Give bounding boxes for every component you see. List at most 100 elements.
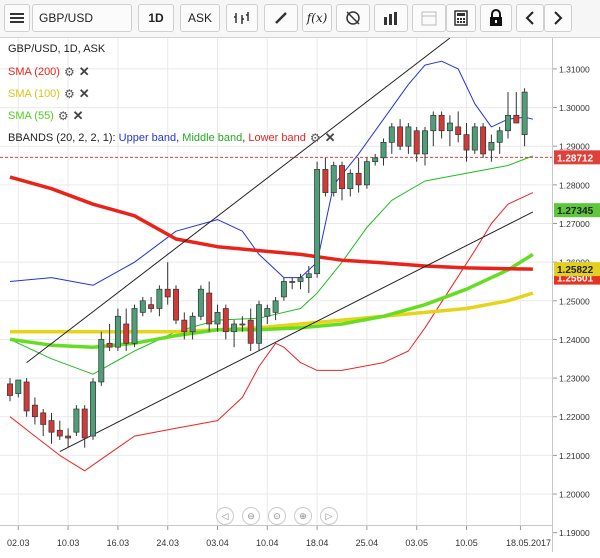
candle-body: [214, 312, 221, 325]
candle: [98, 331, 105, 386]
zoom-out-button[interactable]: ⊖: [242, 507, 260, 525]
legend-sma55: SMA (55) ⚙ ✕: [8, 108, 84, 124]
candle-body: [181, 319, 188, 333]
zoom-in-icon: ⊕: [299, 510, 307, 521]
y-tick-label: 1.24000: [559, 335, 590, 345]
close-icon[interactable]: ✕: [79, 64, 90, 80]
nav-back-button[interactable]: ◁: [216, 507, 234, 525]
candle: [90, 378, 96, 440]
middle-band-label: Middle band: [182, 132, 243, 144]
price-axis-svg: 1.310001.300001.290001.280001.270001.260…: [553, 64, 600, 538]
candle: [15, 379, 22, 398]
x-tick-label: 03.04: [206, 538, 229, 548]
candle-body: [480, 126, 487, 155]
candle: [73, 405, 80, 437]
price-type-button[interactable]: ASK: [180, 4, 220, 32]
candle: [247, 308, 254, 352]
calendar-button[interactable]: [412, 4, 446, 32]
x-tick-label: 03.05: [405, 538, 428, 548]
date-axis[interactable]: 02.03 10.03 16.03 24.03 03.04 10.04 18.04 25.04…: [0, 525, 552, 552]
candle-body: [496, 130, 503, 143]
candle: [48, 412, 55, 444]
candle-body: [347, 172, 354, 190]
candle: [380, 138, 387, 166]
bbands-label: BBANDS (20, 2, 2, 1):: [8, 132, 119, 144]
candle: [214, 304, 221, 332]
candle-body: [114, 315, 121, 348]
candle: [496, 126, 503, 154]
y-tick-label: 1.23000: [559, 374, 590, 384]
close-icon[interactable]: ✕: [73, 108, 84, 124]
middle-band-line: [9, 155, 534, 375]
legend-sma200: SMA (200) ⚙ ✕: [8, 64, 90, 80]
close-icon[interactable]: ✕: [325, 130, 336, 146]
symbol-selector[interactable]: GBP/USD: [32, 4, 132, 32]
timeframe-button[interactable]: 1D: [138, 4, 174, 32]
y-tick-label: 1.30000: [559, 103, 590, 113]
chevron-right-icon: ▷: [325, 510, 333, 521]
candle-body: [65, 435, 72, 439]
candle: [280, 277, 287, 301]
menu-button[interactable]: [4, 4, 30, 32]
close-icon[interactable]: ✕: [79, 86, 90, 102]
gear-icon[interactable]: ⚙: [64, 87, 75, 101]
candle-body: [131, 308, 138, 344]
calculator-icon: [454, 10, 468, 26]
y-tick-label: 1.22000: [559, 412, 590, 422]
instrument-label: GBP/USD, 1D, ASK: [8, 43, 106, 55]
nav-forward-button[interactable]: ▷: [320, 507, 338, 525]
candle-body: [297, 277, 304, 282]
gear-icon[interactable]: ⚙: [310, 131, 321, 145]
gear-icon[interactable]: ⚙: [64, 65, 75, 79]
candle-body: [314, 169, 321, 275]
chart-type-button[interactable]: [226, 4, 258, 32]
candle-body: [164, 288, 171, 298]
candle: [222, 304, 229, 340]
candle-body: [488, 141, 495, 151]
volume-button[interactable]: [374, 4, 408, 32]
lock-button[interactable]: [480, 4, 512, 32]
candle: [189, 312, 196, 340]
calculator-button[interactable]: [446, 4, 476, 32]
zoom-reset-button[interactable]: ⊙: [268, 507, 286, 525]
candle-body: [264, 308, 271, 317]
y-tick-label: 1.27000: [559, 219, 590, 229]
scroll-right-button[interactable]: [544, 4, 572, 32]
candle: [347, 169, 354, 197]
candle: [330, 161, 337, 197]
candle-body: [355, 172, 362, 186]
x-tick-label: 10.05: [455, 538, 478, 548]
hamburger-icon: [10, 13, 24, 23]
candle: [197, 285, 204, 321]
candle: [471, 123, 478, 154]
candle-body: [56, 429, 63, 437]
candle-body: [446, 122, 453, 132]
y-tick-label: 1.25000: [559, 296, 590, 306]
candle: [289, 277, 296, 290]
sma100-price-tag: 1.25822: [557, 265, 594, 276]
scroll-left-button[interactable]: [516, 4, 544, 32]
candle: [81, 405, 88, 448]
price-axis[interactable]: 1.310001.300001.290001.280001.270001.260…: [552, 38, 600, 552]
candle: [355, 157, 362, 193]
y-tick-label: 1.28000: [559, 180, 590, 190]
draw-tool-button[interactable]: [264, 4, 298, 32]
gear-icon[interactable]: ⚙: [58, 109, 69, 123]
candle: [23, 378, 30, 417]
candle-body: [139, 300, 146, 313]
legend-instrument: GBP/USD, 1D, ASK: [8, 43, 105, 55]
candle-body: [380, 141, 387, 159]
timeframe-label: 1D: [148, 11, 164, 25]
candle-body: [123, 323, 130, 344]
candle-body: [189, 315, 196, 333]
remove-drawings-button[interactable]: [336, 4, 370, 32]
candle-body: [148, 304, 155, 309]
candle-body: [413, 130, 420, 155]
zoom-in-button[interactable]: ⊕: [294, 507, 312, 525]
candle: [164, 262, 171, 305]
x-tick-label: 16.03: [107, 538, 130, 548]
bar-chart-icon: [384, 12, 397, 25]
candle-body: [173, 288, 179, 321]
indicators-button[interactable]: f(x): [302, 4, 332, 32]
x-tick-label: 25.04: [356, 538, 379, 548]
